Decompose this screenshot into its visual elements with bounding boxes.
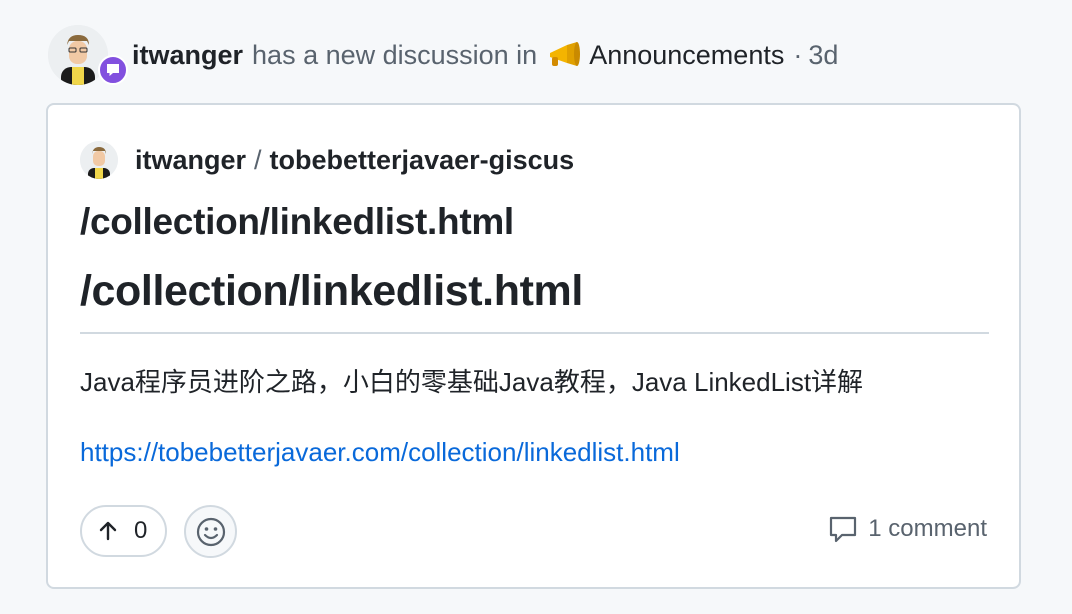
header-separator: · (793, 39, 803, 70)
action-text: has a new discussion in (252, 39, 538, 70)
discussion-badge-icon (98, 55, 128, 85)
activity-text: itwanger has a new discussion in Announc… (132, 41, 838, 69)
discussion-title[interactable]: /collection/linkedlist.html (80, 201, 514, 243)
arrow-up-icon (99, 521, 117, 541)
repo-owner[interactable]: itwanger (135, 145, 246, 176)
upvote-count: 0 (134, 517, 148, 544)
repo-name[interactable]: tobebetterjavaer-giscus (270, 145, 575, 176)
body-heading: /collection/linkedlist.html (80, 267, 583, 315)
activity-header: itwanger has a new discussion in Announc… (48, 24, 838, 86)
repo-separator: / (254, 144, 262, 175)
smiley-icon (196, 517, 225, 546)
comments-link[interactable]: 1 comment (828, 514, 987, 544)
channel-link[interactable]: Announcements (537, 41, 784, 69)
discussion-age: 3d (808, 39, 839, 70)
actor-name[interactable]: itwanger (132, 41, 243, 69)
add-reaction-button[interactable] (184, 505, 237, 558)
body-text: Java程序员进阶之路，小白的零基础Java教程，Java LinkedList… (80, 367, 864, 397)
channel-name[interactable]: Announcements (589, 41, 784, 69)
repo-breadcrumb: itwanger / tobebetterjavaer-giscus (80, 141, 574, 179)
heading-divider (80, 332, 989, 334)
body-link[interactable]: https://tobebetterjavaer.com/collection/… (80, 437, 680, 468)
megaphone-icon (550, 42, 581, 66)
upvote-button[interactable]: 0 (80, 505, 167, 557)
discussion-card[interactable]: itwanger / tobebetterjavaer-giscus /coll… (46, 103, 1021, 589)
comments-count[interactable]: 1 comment (868, 515, 987, 543)
actor-avatar-wrap[interactable] (48, 25, 128, 85)
comment-icon (830, 516, 857, 543)
repo-owner-avatar[interactable] (80, 141, 118, 179)
